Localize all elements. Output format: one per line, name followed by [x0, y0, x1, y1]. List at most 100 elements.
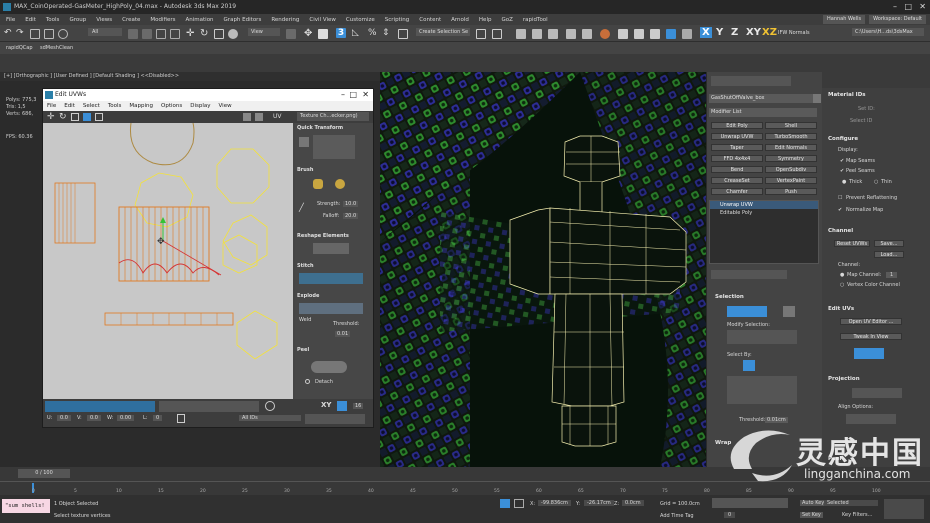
menu-item[interactable]: Content — [419, 17, 441, 23]
command-panel-tabs[interactable] — [711, 76, 791, 86]
select-by-icon[interactable] — [743, 360, 755, 371]
maxscript-listener[interactable]: "sum shells! — [2, 499, 50, 513]
menu-item[interactable]: Views — [96, 17, 112, 23]
uv-menu-item[interactable]: Options — [161, 103, 182, 109]
u-field[interactable]: 0.0 — [57, 415, 71, 421]
selection-filter-dropdown[interactable]: All — [88, 28, 122, 36]
uv-maximize-icon[interactable]: □ — [349, 89, 357, 101]
peel-seams-checkbox[interactable]: ✔ — [840, 168, 844, 174]
falloff-field[interactable]: 20.0 — [343, 213, 359, 219]
uv-subobject-buttons[interactable] — [45, 401, 155, 412]
align-icon[interactable] — [299, 137, 309, 147]
axis-z-button[interactable]: Z — [731, 27, 738, 38]
open-uv-editor-button[interactable]: Open UV Editor ... — [840, 318, 902, 325]
select-object-icon[interactable] — [128, 29, 138, 39]
x-coord-field[interactable]: -99.836cm — [538, 500, 571, 506]
redo-icon[interactable]: ↷ — [16, 28, 26, 38]
brush-tool-icon[interactable]: ╱ — [299, 203, 304, 212]
ifw-normals-button[interactable]: IFW Normals — [778, 30, 810, 36]
explode-header[interactable]: Explode — [297, 293, 371, 299]
object-color-swatch[interactable] — [813, 94, 821, 103]
uv-mode-label[interactable]: UV — [273, 113, 282, 120]
menu-item[interactable]: Customize — [346, 17, 375, 23]
undo-icon[interactable]: ↶ — [4, 28, 14, 38]
align-option-icons[interactable] — [846, 414, 896, 424]
reshape-elements-header[interactable]: Reshape Elements — [297, 233, 371, 239]
key-filters-button[interactable]: Key Filters... — [842, 512, 872, 518]
select-element-icon[interactable] — [783, 306, 795, 317]
arnold-icon[interactable] — [666, 29, 676, 39]
menu-item[interactable]: Scripting — [385, 17, 409, 23]
map-channel-field[interactable]: 1 — [886, 272, 898, 278]
edit-uv-tool-icons[interactable] — [854, 348, 884, 359]
uv-menu-item[interactable]: File — [47, 103, 56, 109]
place-icon[interactable] — [228, 29, 238, 39]
bend-button[interactable]: Bend — [711, 166, 763, 173]
menu-file[interactable]: File — [6, 17, 15, 23]
creaseset-button[interactable]: CreaseSet — [711, 177, 763, 184]
keyboard-shortcut-icon[interactable] — [318, 29, 328, 39]
weld-threshold-field[interactable]: 0.01 — [335, 331, 351, 337]
peel-buttons[interactable] — [311, 361, 347, 373]
lock-icon[interactable] — [177, 414, 185, 423]
map-channel-radio[interactable]: ● — [840, 272, 844, 278]
uv-grid-icon[interactable] — [255, 113, 263, 121]
detach-checkbox[interactable] — [305, 379, 310, 384]
perspective-viewport[interactable] — [380, 72, 706, 467]
menu-item[interactable]: Tools — [46, 17, 60, 23]
uv-canvas[interactable]: ✥ — [43, 123, 293, 399]
uv-scale-icon[interactable] — [71, 113, 79, 121]
all-ids-dropdown[interactable]: All IDs — [239, 415, 301, 421]
angle-snap-icon[interactable]: ◺ — [352, 28, 362, 38]
opensubdiv-button[interactable]: OpenSubdiv — [765, 166, 817, 173]
uv-move-icon[interactable]: ✛ — [47, 112, 55, 122]
reference-coord-dropdown[interactable]: View — [248, 28, 280, 36]
selection-lock-icon[interactable] — [514, 499, 524, 508]
axis-x-button[interactable]: X — [700, 27, 712, 38]
taper-button[interactable]: Taper — [711, 144, 763, 151]
auto-key-button[interactable]: Auto Key — [800, 500, 827, 506]
uv-close-icon[interactable]: ✕ — [362, 89, 369, 101]
edit-uvs-header[interactable]: Edit UVs — [828, 306, 854, 312]
menu-item[interactable]: Graph Editors — [224, 17, 262, 23]
uv-menu-item[interactable]: Mapping — [129, 103, 153, 109]
viewport-nav-controls[interactable] — [884, 499, 924, 519]
chamfer-button[interactable]: Chamfer — [711, 188, 763, 195]
save-uvw-button[interactable]: Save... — [874, 240, 904, 247]
projection-icons[interactable] — [852, 388, 902, 398]
curve-editor-icon[interactable] — [566, 29, 576, 39]
align-icon[interactable] — [492, 29, 502, 39]
set-key-button[interactable]: Set Key — [800, 512, 823, 518]
vertexpaint-button[interactable]: VertexPaint — [765, 177, 817, 184]
bind-space-warp-icon[interactable] — [58, 29, 68, 39]
layer-explorer-icon[interactable] — [532, 29, 542, 39]
uv-show-map-icon[interactable] — [243, 113, 251, 121]
grow-shrink-buttons[interactable] — [727, 330, 797, 344]
thin-radio[interactable]: ○ — [874, 179, 878, 185]
stitch-buttons[interactable] — [299, 273, 363, 284]
stack-item-editable-poly[interactable]: Editable Poly — [710, 209, 818, 217]
uv-minimize-icon[interactable]: – — [341, 89, 345, 101]
normalize-map-checkbox[interactable]: ✔ — [838, 207, 842, 213]
uv-menu-item[interactable]: Select — [83, 103, 100, 109]
minimize-icon[interactable]: – — [893, 0, 897, 14]
sdmeshclean-button[interactable]: sdMeshClean — [40, 45, 73, 51]
channel-header[interactable]: Channel — [828, 228, 853, 234]
v-field[interactable]: 0.0 — [87, 415, 101, 421]
menu-item[interactable]: Civil View — [309, 17, 335, 23]
isolate-selection-icon[interactable] — [500, 499, 510, 508]
user-dropdown[interactable]: Hannah Wells — [823, 15, 866, 24]
menu-item[interactable]: rapidTool — [523, 17, 548, 23]
axis-y-button[interactable]: Y — [716, 27, 723, 38]
uv-selection-tools[interactable] — [159, 401, 259, 412]
render-shortcut-icon[interactable] — [682, 29, 692, 39]
texture-dropdown[interactable]: Texture Ch...ecker.png) — [297, 112, 369, 121]
project-folder-field[interactable]: C:\Users\H...ds\3dsMax — [852, 28, 924, 36]
l-field[interactable]: 0 — [153, 415, 163, 421]
edit-normals-button[interactable]: Edit Normals — [765, 144, 817, 151]
prevent-reflattening-checkbox[interactable]: ☐ — [838, 195, 842, 201]
selection-option-icons[interactable] — [727, 376, 797, 404]
uv-rotate-icon[interactable]: ↻ — [59, 112, 67, 122]
w-field[interactable]: 0.00 — [117, 415, 135, 421]
unwrap-uvw-button[interactable]: Unwrap UVW — [711, 133, 763, 140]
